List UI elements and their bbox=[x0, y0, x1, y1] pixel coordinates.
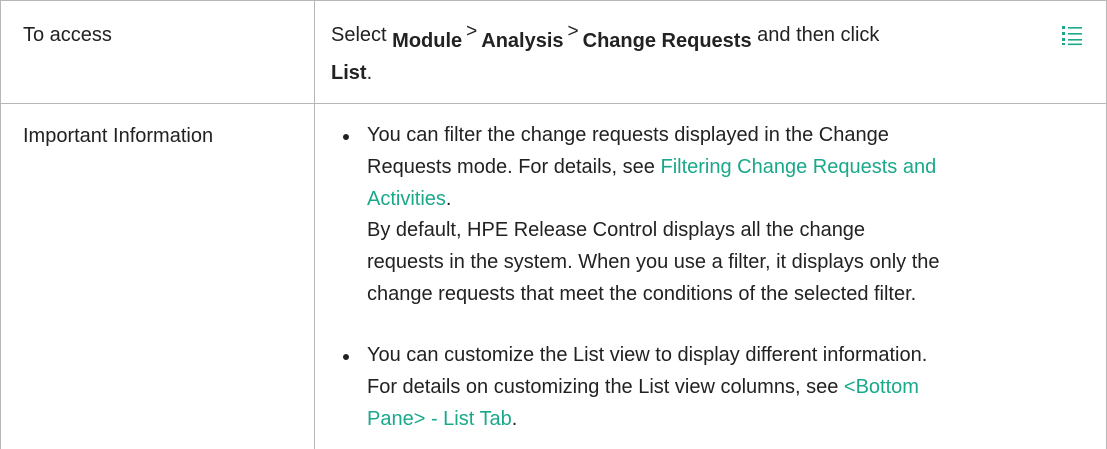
item-1-line-2-text: Requests mode. For details, see bbox=[367, 156, 655, 178]
table-left-border bbox=[0, 0, 1, 449]
row-label-important-information: Important Information bbox=[23, 125, 214, 147]
item-2-line-2-text: For details on customizing the List view… bbox=[367, 376, 839, 398]
row-label-to-access: To access bbox=[23, 24, 112, 46]
table-top-border bbox=[0, 0, 1107, 1]
access-pre-text: Select bbox=[331, 24, 387, 46]
link-list-tab[interactable]: Pane> - List Tab bbox=[367, 408, 512, 430]
row-divider bbox=[0, 103, 1107, 104]
link-bottom-pane[interactable]: <Bottom bbox=[844, 376, 919, 398]
access-line-1: Select Module > Analysis > Change Requests a… bbox=[331, 21, 880, 52]
item-2-line-2: For details on customizing the List view… bbox=[367, 374, 919, 400]
link-activities[interactable]: Activities bbox=[367, 188, 446, 210]
item-2-line-1: You can customize the List view to displ… bbox=[367, 344, 928, 366]
item-1-end: . bbox=[445, 188, 452, 210]
item-1-line-1: You can filter the change requests displ… bbox=[367, 124, 889, 146]
menu-path-module[interactable]: Module bbox=[392, 30, 462, 52]
access-post-text: and then click bbox=[757, 24, 880, 46]
item-1-extra-2: requests in the system. When you use a f… bbox=[367, 251, 940, 273]
item-1-extra-3: change requests that meet the conditions… bbox=[367, 283, 917, 305]
bullet-2 bbox=[343, 354, 349, 360]
item-1-line-3: Activities. bbox=[367, 186, 451, 212]
item-1-line-2: Requests mode. For details, see Filterin… bbox=[367, 154, 936, 180]
menu-path-analysis[interactable]: Analysis bbox=[481, 30, 563, 52]
menu-path-change-requests[interactable]: Change Requests bbox=[583, 30, 752, 52]
access-line-2: List. bbox=[331, 60, 372, 86]
item-2-line-3: Pane> - List Tab. bbox=[367, 406, 517, 432]
path-separator: > bbox=[567, 21, 579, 42]
item-1-extra-1: By default, HPE Release Control displays… bbox=[367, 219, 866, 241]
item-2-end: . bbox=[511, 408, 518, 430]
link-filtering-change-requests[interactable]: Filtering Change Requests and bbox=[660, 156, 936, 178]
path-separator: > bbox=[466, 21, 478, 42]
bullet-1 bbox=[343, 134, 349, 140]
access-end: . bbox=[366, 62, 373, 84]
column-divider bbox=[314, 0, 315, 449]
list-icon[interactable] bbox=[1061, 24, 1083, 46]
list-button-label[interactable]: List bbox=[331, 62, 367, 84]
